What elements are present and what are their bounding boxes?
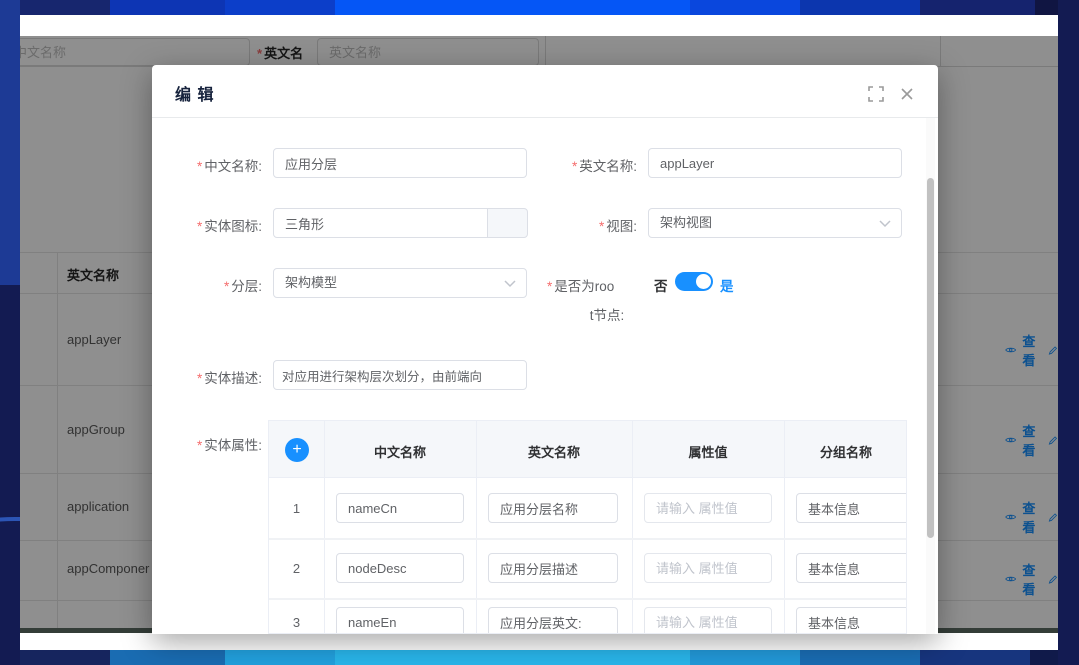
attr-col-line — [324, 421, 325, 634]
attr-header-cn-name: 中文名称 — [324, 442, 476, 461]
left-band-top — [0, 0, 20, 285]
attr-value-input[interactable] — [644, 493, 772, 523]
top-band-segment — [800, 0, 920, 15]
bottom-band-segment — [225, 650, 335, 665]
entity-icon-input[interactable] — [273, 208, 488, 238]
entity-icon-label: *实体图标: — [152, 215, 262, 235]
is-root-toggle[interactable] — [675, 272, 713, 291]
decor-arc — [0, 517, 20, 665]
layer-select[interactable]: 架构模型 — [273, 268, 527, 298]
bottom-band-segment — [335, 650, 690, 665]
attr-table: + 中文名称 英文名称 属性值 分组名称 1 2 3 — [268, 420, 907, 634]
attr-group-input[interactable] — [796, 553, 907, 583]
attr-col-line — [476, 421, 477, 634]
right-band — [1058, 0, 1079, 665]
top-band-segment — [690, 0, 800, 15]
attr-header-group: 分组名称 — [784, 442, 907, 461]
bottom-band-segment — [800, 650, 920, 665]
view-select[interactable]: 架构视图 — [648, 208, 902, 238]
is-root-label: *是否为roo — [547, 275, 642, 295]
dialog-title: 编 辑 — [175, 81, 214, 105]
entity-attrs-label: *实体属性: — [152, 434, 262, 454]
close-icon[interactable] — [899, 86, 915, 102]
bottom-band-segment — [920, 650, 1030, 665]
en-name-label: *英文名称: — [527, 155, 637, 175]
top-band-segment — [110, 0, 225, 15]
entity-desc-input[interactable] — [273, 360, 527, 390]
modal-scrollbar-track — [926, 118, 935, 634]
bottom-band-segment — [110, 650, 225, 665]
cn-name-label: *中文名称: — [152, 155, 262, 175]
top-band-segment — [920, 0, 1035, 15]
fullscreen-icon[interactable] — [868, 86, 884, 102]
attr-cn-name-input[interactable] — [336, 553, 464, 583]
view-label: *视图: — [527, 215, 637, 235]
attr-row-index: 3 — [269, 615, 324, 630]
view-select-value: 架构视图 — [660, 215, 712, 230]
attr-header-en-name: 英文名称 — [476, 442, 632, 461]
attr-col-line — [784, 421, 785, 634]
edit-dialog: 编 辑 *中文名称: *英文名称: *实体图标: *视图: 架构视图 — [152, 65, 938, 634]
attr-en-name-input[interactable] — [488, 607, 618, 634]
attr-group-input[interactable] — [796, 607, 907, 634]
cn-name-input[interactable] — [273, 148, 527, 178]
attr-group-input[interactable] — [796, 493, 907, 523]
add-attr-button[interactable]: + — [285, 438, 309, 462]
chevron-down-icon — [879, 220, 891, 228]
layer-label: *分层: — [152, 275, 262, 295]
attr-cn-name-input[interactable] — [336, 607, 464, 634]
toggle-off-label: 否 — [654, 275, 668, 295]
chevron-down-icon — [504, 280, 516, 288]
attr-cn-name-input[interactable] — [336, 493, 464, 523]
attr-row-index: 1 — [269, 501, 324, 516]
layer-select-value: 架构模型 — [285, 275, 337, 290]
toggle-on-label: 是 — [720, 275, 734, 295]
entity-desc-label: *实体描述: — [152, 367, 262, 387]
modal-scrollbar-thumb[interactable] — [927, 178, 934, 538]
attr-row-separator — [269, 538, 907, 540]
attr-row-index: 2 — [269, 561, 324, 576]
desktop-frame: *英文名 英文名称 appLayer appGroup application … — [0, 0, 1079, 665]
attr-header-value: 属性值 — [632, 442, 784, 461]
attr-col-line — [632, 421, 633, 634]
top-band-segment — [225, 0, 335, 15]
is-root-label-line2: t节点: — [572, 304, 642, 324]
attr-value-input[interactable] — [644, 607, 772, 634]
left-band — [0, 0, 20, 665]
attr-en-name-input[interactable] — [488, 493, 618, 523]
attr-value-input[interactable] — [644, 553, 772, 583]
bottom-band-segment — [690, 650, 800, 665]
attr-row-separator — [269, 598, 907, 600]
top-band-segment — [335, 0, 690, 15]
en-name-input[interactable] — [648, 148, 902, 178]
attr-en-name-input[interactable] — [488, 553, 618, 583]
entity-icon-picker[interactable] — [487, 208, 528, 238]
toggle-knob — [696, 274, 711, 289]
dialog-header-divider — [152, 117, 938, 118]
